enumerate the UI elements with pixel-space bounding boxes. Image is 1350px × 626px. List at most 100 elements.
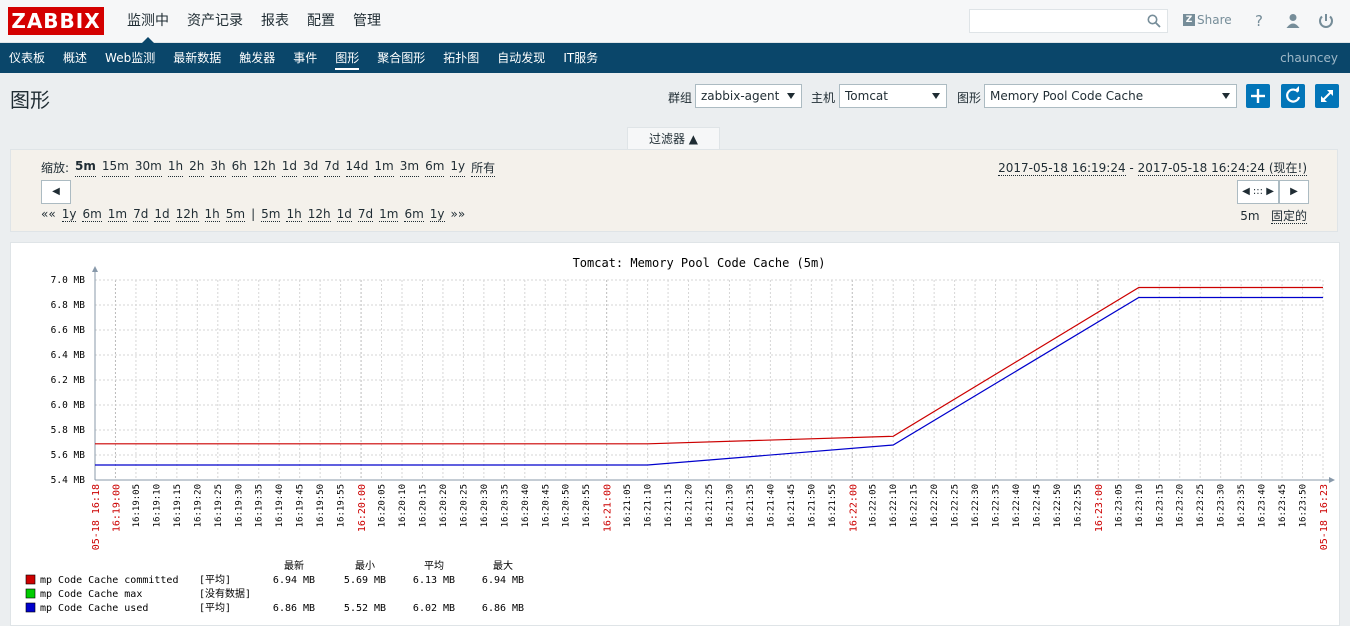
- zoom-30m[interactable]: 30m: [134, 159, 162, 177]
- legend-func: [没有数据]: [199, 587, 251, 600]
- legend-value: 6.02 MB: [413, 603, 455, 614]
- zoom-1y[interactable]: 1y: [450, 159, 466, 177]
- period-fwd-1h[interactable]: 1h: [286, 207, 302, 222]
- add-to-favourites-button[interactable]: [1246, 84, 1270, 108]
- top-menu-administration[interactable]: 管理: [344, 0, 390, 43]
- period-back-5m[interactable]: 5m: [225, 207, 246, 222]
- top-bar: ZABBIX 监测中 资产记录 报表 配置 管理 Z Share ?: [0, 0, 1350, 43]
- timeline-filter: 缩放: 5m 15m 30m 1h 2h 3h 6h 12h 1d 3d 7d …: [10, 149, 1338, 232]
- x-tick-label: 16:22:40: [1012, 484, 1022, 527]
- top-menu-inventory[interactable]: 资产记录: [178, 0, 252, 43]
- period-fwd-end[interactable]: »»: [451, 207, 466, 222]
- legend-value: 6.94 MB: [273, 575, 315, 586]
- nav-latest-data[interactable]: 最新数据: [164, 43, 230, 73]
- nav-triggers[interactable]: 触发器: [230, 43, 284, 73]
- period-back-1y[interactable]: 1y: [61, 207, 77, 222]
- nav-graphs[interactable]: 图形: [326, 43, 368, 73]
- x-tick-label: 16:21:25: [705, 484, 715, 527]
- x-tick-label: 16:23:40: [1258, 484, 1268, 527]
- top-menu-monitoring[interactable]: 监测中: [118, 0, 178, 43]
- top-menu-configuration[interactable]: 配置: [298, 0, 344, 43]
- search-input[interactable]: [969, 9, 1168, 33]
- x-tick-label: 16:22:50: [1053, 484, 1063, 527]
- top-menu-reports[interactable]: 报表: [252, 0, 298, 43]
- fixed-toggle[interactable]: 固定的: [1270, 209, 1307, 224]
- period-back-1m[interactable]: 1m: [107, 207, 128, 222]
- refresh-button[interactable]: [1281, 84, 1305, 108]
- legend-swatch: [25, 574, 36, 585]
- zoom-1d[interactable]: 1d: [281, 159, 297, 177]
- zoom-3m[interactable]: 3m: [399, 159, 420, 177]
- zabbix-logo[interactable]: ZABBIX: [8, 7, 104, 35]
- y-tick-label: 6.0 MB: [51, 400, 86, 411]
- x-tick-label: 16:21:35: [746, 484, 756, 527]
- period-fwd-7d[interactable]: 7d: [357, 207, 374, 222]
- zoom-row: 缩放: 5m 15m 30m 1h 2h 3h 6h 12h 1d 3d 7d …: [41, 159, 501, 177]
- search-icon[interactable]: [1147, 14, 1161, 28]
- legend-header: 最小: [355, 560, 375, 572]
- legend-name: mp Code Cache max: [40, 589, 142, 600]
- period-back-12h[interactable]: 12h: [175, 207, 199, 222]
- period-back-7d[interactable]: 7d: [133, 207, 149, 222]
- nav-it-services[interactable]: IT服务: [554, 43, 607, 73]
- y-tick-label: 5.6 MB: [51, 450, 86, 461]
- nav-discovery[interactable]: 自动发现: [488, 43, 554, 73]
- x-tick-label: 16:22:25: [951, 484, 961, 527]
- period-fwd-1d[interactable]: 1d: [336, 207, 352, 222]
- zoom-5m[interactable]: 5m: [75, 159, 96, 177]
- nav-web[interactable]: Web监测: [96, 43, 164, 73]
- host-select[interactable]: Tomcat: [839, 84, 947, 108]
- timeline-back-button[interactable]: ◀: [41, 180, 71, 204]
- period-fwd-1y[interactable]: 1y: [429, 207, 445, 222]
- period-fwd-6m[interactable]: 6m: [404, 207, 424, 222]
- filter-tab[interactable]: 过滤器 ▲: [627, 127, 720, 149]
- legend-value: 6.86 MB: [482, 603, 524, 614]
- fullscreen-button[interactable]: [1315, 84, 1339, 108]
- timeline-forward-button[interactable]: ▶: [1279, 180, 1309, 204]
- period-back-6m[interactable]: 6m: [82, 207, 102, 222]
- y-tick-label: 6.6 MB: [51, 325, 86, 336]
- zoom-1h[interactable]: 1h: [167, 159, 184, 177]
- zoom-3h[interactable]: 3h: [210, 159, 226, 177]
- period-fwd-12h[interactable]: 12h: [307, 207, 331, 222]
- zoom-12h[interactable]: 12h: [252, 159, 276, 177]
- x-tick-label: 16:23:20: [1176, 484, 1186, 527]
- x-tick-label: 16:23:05: [1114, 484, 1124, 527]
- period-back-1h[interactable]: 1h: [204, 207, 220, 222]
- x-tick-label: 16:19:35: [255, 484, 265, 527]
- period-back-1d[interactable]: 1d: [154, 207, 170, 222]
- timeline-scroll-handle[interactable]: ◀ ::: ▶: [1237, 180, 1279, 204]
- help-icon[interactable]: ?: [1250, 12, 1268, 30]
- x-tick-label-major: 16:21:00: [603, 484, 614, 532]
- user-icon[interactable]: [1284, 12, 1302, 30]
- nav-screens[interactable]: 聚合图形: [368, 43, 434, 73]
- zoom-2h[interactable]: 2h: [189, 159, 205, 177]
- zoom-6m[interactable]: 6m: [425, 159, 445, 177]
- date-separator: -: [1125, 161, 1138, 175]
- share-button[interactable]: Z Share: [1183, 13, 1232, 27]
- zoom-3d[interactable]: 3d: [302, 159, 319, 177]
- group-label: 群组: [668, 91, 693, 105]
- period-fwd-5m[interactable]: 5m: [261, 207, 281, 222]
- nav-events[interactable]: 事件: [284, 43, 326, 73]
- x-tick-label: 16:22:30: [971, 484, 981, 527]
- zoom-6h[interactable]: 6h: [231, 159, 247, 177]
- power-icon[interactable]: [1317, 12, 1335, 30]
- zoom-all[interactable]: 所有: [471, 159, 496, 177]
- zoom-7d[interactable]: 7d: [324, 159, 340, 177]
- period-fwd-1m[interactable]: 1m: [379, 207, 399, 222]
- date-from[interactable]: 2017-05-18 16:19:24: [998, 161, 1126, 176]
- nav-dashboard[interactable]: 仪表板: [0, 43, 54, 73]
- nav-maps[interactable]: 拓扑图: [434, 43, 488, 73]
- date-to[interactable]: 2017-05-18 16:24:24 (现在!): [1137, 161, 1307, 176]
- nav-overview[interactable]: 概述: [54, 43, 96, 73]
- group-select[interactable]: zabbix-agent: [695, 84, 802, 108]
- chart-title: Tomcat: Memory Pool Code Cache (5m): [573, 256, 826, 270]
- zoom-1m[interactable]: 1m: [374, 159, 394, 177]
- zoom-14d[interactable]: 14d: [345, 159, 369, 177]
- graph-select[interactable]: Memory Pool Code Cache: [984, 84, 1237, 108]
- zoom-15m[interactable]: 15m: [101, 159, 129, 177]
- period-back-start[interactable]: ««: [41, 207, 56, 222]
- chevron-down-icon: [932, 93, 940, 99]
- x-axis-arrow: [1329, 477, 1335, 483]
